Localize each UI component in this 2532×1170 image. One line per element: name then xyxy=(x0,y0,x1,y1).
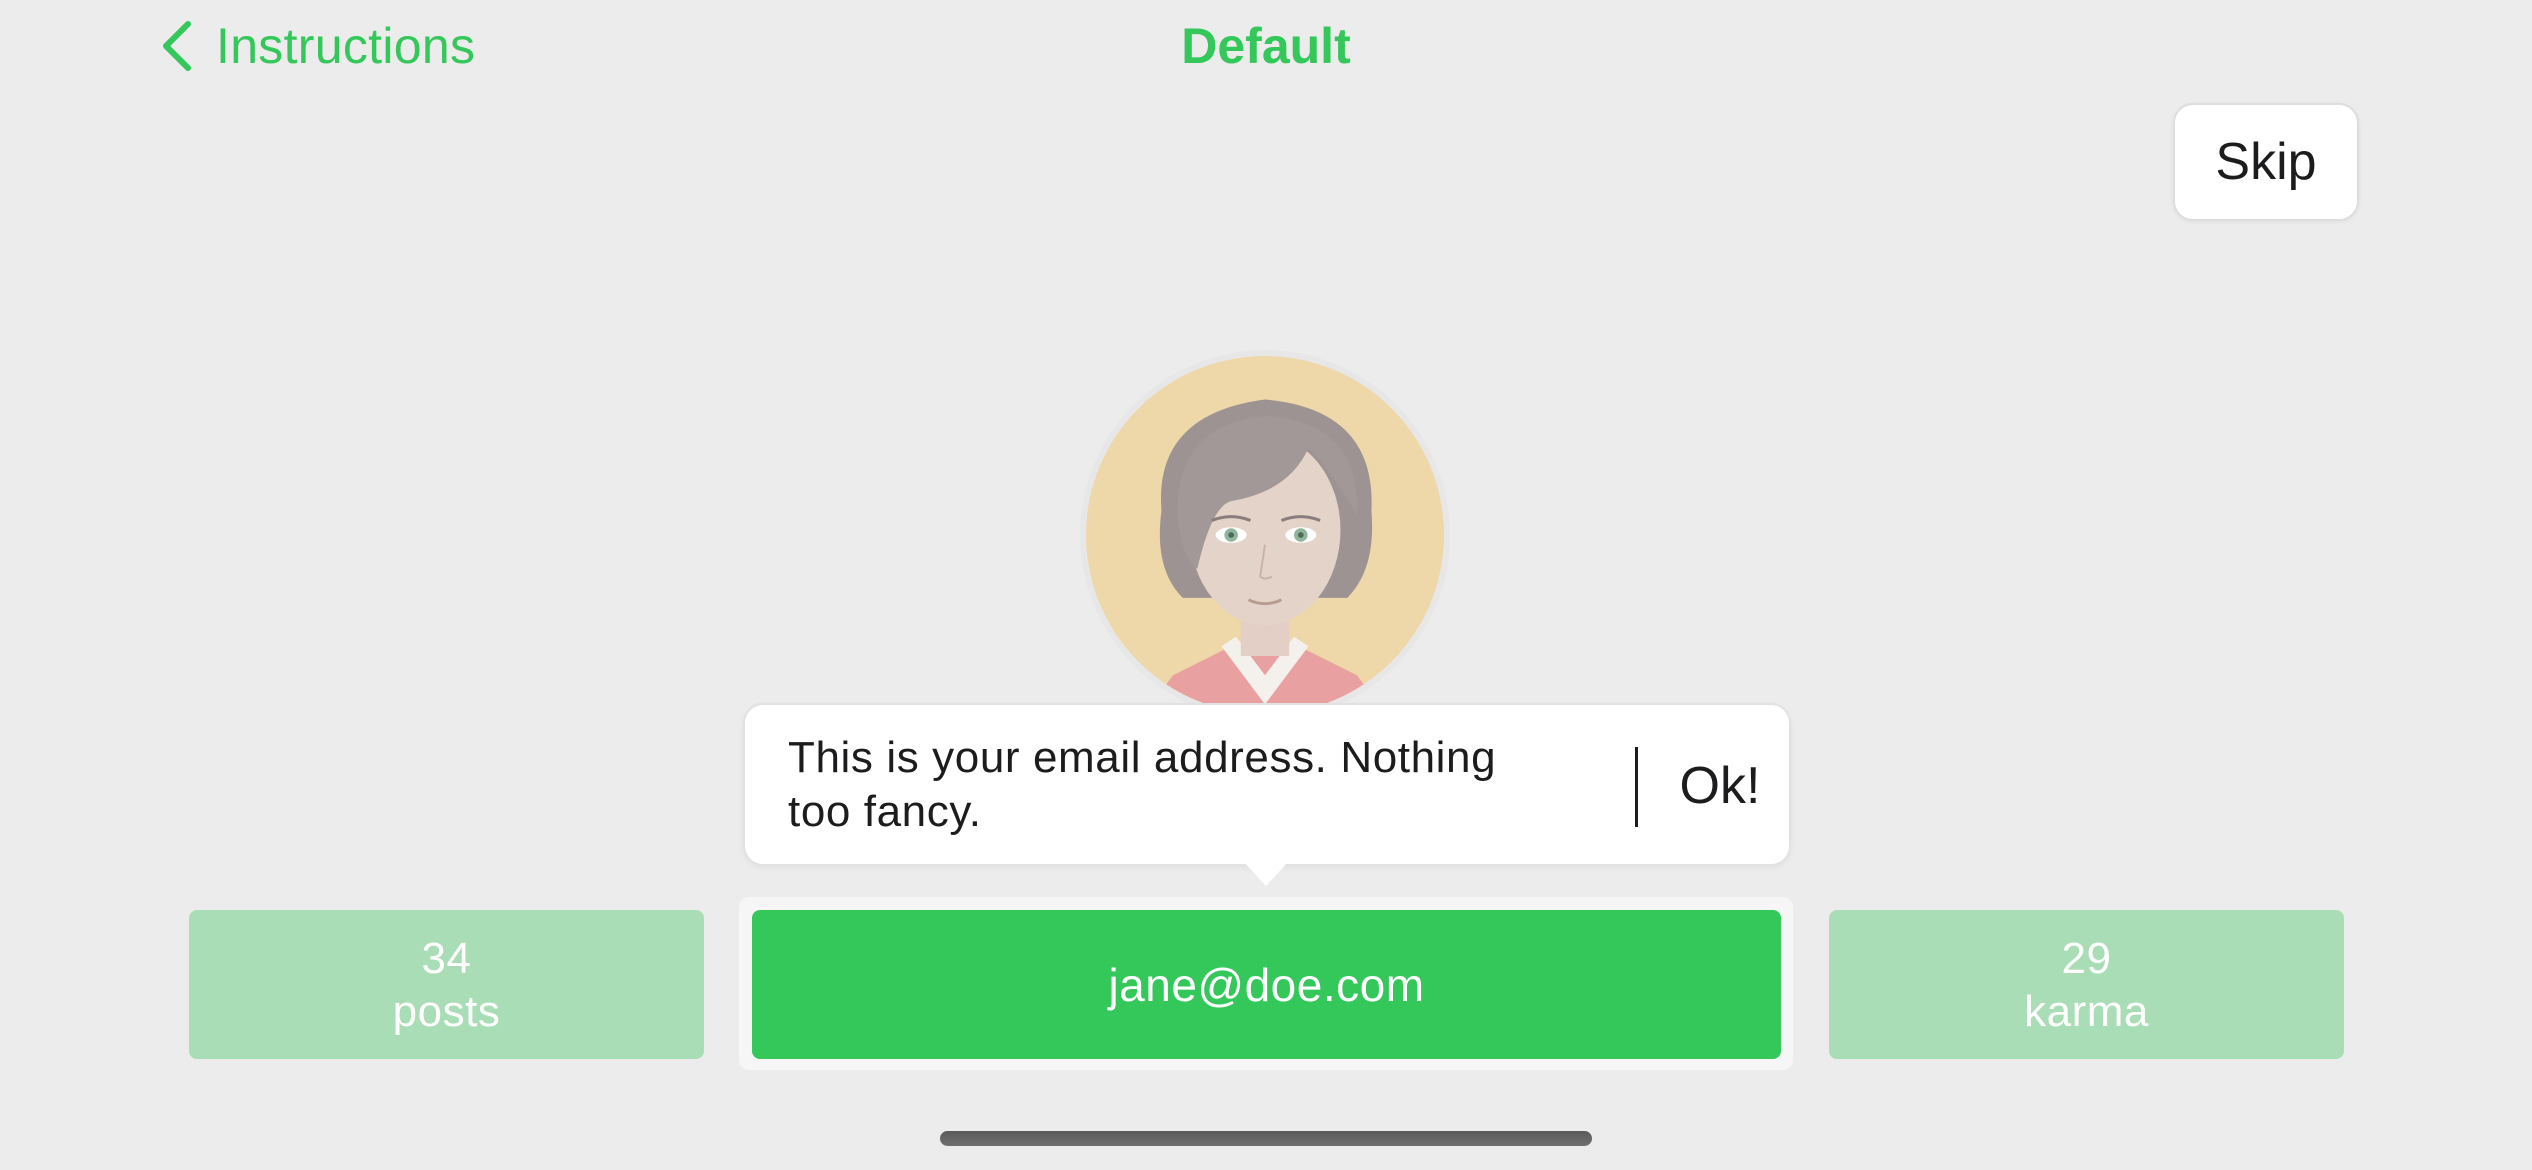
home-indicator[interactable] xyxy=(940,1131,1592,1146)
tooltip: This is your email address. Nothing too … xyxy=(743,703,1791,866)
email-card[interactable]: jane@doe.com xyxy=(752,910,1781,1059)
tooltip-ok-button[interactable]: Ok! xyxy=(1665,753,1775,819)
screen: Instructions Default Skip 34 posts jane@… xyxy=(0,0,2532,1170)
page-title: Default xyxy=(1181,18,1351,74)
skip-button[interactable]: Skip xyxy=(2173,103,2359,221)
posts-count: 34 xyxy=(421,933,472,983)
tooltip-arrow xyxy=(1244,862,1288,886)
posts-label: posts xyxy=(392,986,501,1036)
karma-label: karma xyxy=(2024,986,2149,1036)
avatar-woman-icon xyxy=(1086,356,1444,714)
karma-count: 29 xyxy=(2061,933,2112,983)
tooltip-divider xyxy=(1635,747,1638,827)
posts-stat[interactable]: 34 posts xyxy=(189,910,704,1059)
avatar xyxy=(1080,350,1450,720)
karma-stat[interactable]: 29 karma xyxy=(1829,910,2344,1059)
tooltip-text: This is your email address. Nothing too … xyxy=(788,733,1497,836)
